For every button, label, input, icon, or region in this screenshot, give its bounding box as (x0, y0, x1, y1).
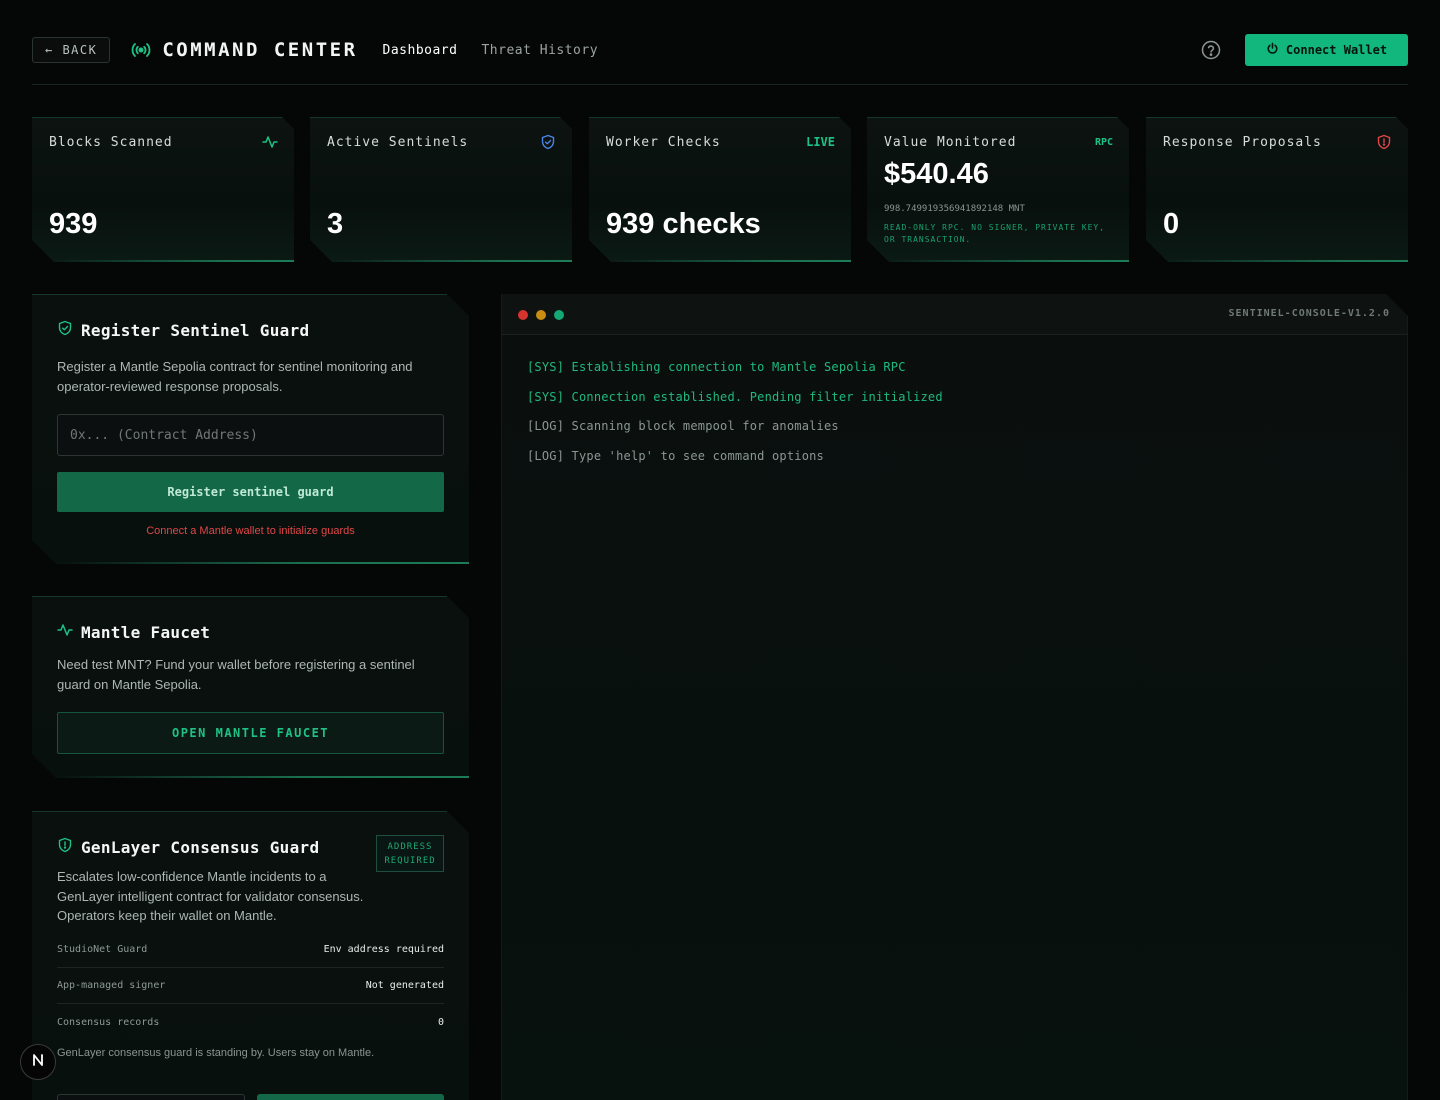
back-button[interactable]: ← BACK (32, 37, 111, 63)
panel-description: Need test MNT? Fund your wallet before r… (57, 657, 415, 692)
power-icon (1266, 42, 1279, 58)
stat-label: Response Proposals (1163, 135, 1322, 150)
app-title: COMMAND CENTER (162, 39, 358, 61)
panel-description: Escalates low-confidence Mantle incident… (57, 869, 364, 923)
info-key: App-managed signer (57, 980, 166, 991)
stat-label: Active Sentinels (327, 135, 469, 150)
info-value: Env address required (323, 944, 444, 955)
stat-label: Value Monitored (884, 135, 1017, 150)
mnt-balance: 998.749919356941892148 MNT (884, 204, 1025, 214)
maximize-dot-icon (554, 310, 564, 320)
badge-line: ADDRESS (387, 841, 433, 852)
activity-icon (57, 622, 73, 642)
register-guard-button[interactable]: Register sentinel guard (57, 472, 444, 512)
open-faucet-button[interactable]: OPEN MANTLE FAUCET (57, 712, 444, 754)
stat-label: Blocks Scanned (49, 135, 173, 150)
stat-value: 939 checks (606, 208, 761, 240)
info-value: 0 (437, 1016, 444, 1028)
console-title-bar: SENTINEL-CONSOLE-V1.2.0 (502, 294, 1407, 335)
console-name: SENTINEL-CONSOLE-V1.2.0 (1228, 308, 1390, 319)
faucet-panel: Mantle Faucet Need test MNT? Fund your w… (32, 596, 469, 778)
connect-wallet-label: Connect Wallet (1285, 43, 1388, 57)
stat-card-value-monitored: Value Monitored RPC $540.46 998.74991935… (867, 117, 1129, 262)
wallet-warning: Connect a Mantle wallet to initialize gu… (146, 525, 355, 537)
connect-wallet-button[interactable]: Connect Wallet (1245, 34, 1408, 66)
info-row: App-managed signer Not generated (57, 968, 444, 1004)
console-line: [SYS] Establishing connection to Mantle … (527, 360, 906, 374)
info-key: Consensus records (57, 1016, 160, 1028)
console-line: [LOG] Type 'help' to see command options (527, 449, 824, 463)
panel-title: Register Sentinel Guard (81, 320, 310, 340)
sentinel-console: SENTINEL-CONSOLE-V1.2.0 [SYS] Establishi… (501, 294, 1408, 1100)
n-logo-button[interactable] (20, 1044, 56, 1080)
stat-value: $540.46 (884, 158, 989, 190)
stat-card-worker-checks: Worker Checks LIVE 939 checks (589, 117, 851, 262)
contract-address-placeholder: 0x... (Contract Address) (70, 427, 258, 443)
stat-value: 3 (327, 208, 344, 240)
rpc-note: READ-ONLY RPC. NO SIGNER, PRIVATE KEY, O… (884, 223, 1106, 244)
console-line: [LOG] Scanning block mempool for anomali… (527, 419, 839, 433)
main-nav: Dashboard Threat History (383, 43, 599, 58)
info-key: StudioNet Guard (57, 944, 148, 955)
stat-value: 0 (1163, 208, 1180, 240)
rpc-badge: RPC (1094, 137, 1113, 148)
live-badge: LIVE (806, 135, 835, 149)
open-faucet-label: OPEN MANTLE FAUCET (171, 726, 330, 740)
panel-description: Register a Mantle Sepolia contract for s… (57, 359, 413, 394)
shield-check-icon (540, 134, 556, 154)
stat-card-response-proposals: Response Proposals 0 (1146, 117, 1408, 262)
address-required-badge: ADDRESS REQUIRED (376, 835, 444, 872)
panel-header: Mantle Faucet (57, 622, 210, 642)
top-bar: ← BACK COMMAND CENTER Dashboard Threat H… (32, 34, 1408, 66)
contract-address-input[interactable]: 0x... (Contract Address) (57, 414, 444, 456)
info-row: Consensus records 0 (57, 1004, 444, 1040)
alert-shield-icon (57, 837, 73, 857)
info-value: Not generated (365, 980, 444, 991)
help-icon[interactable] (1200, 39, 1222, 61)
panel-title: Mantle Faucet (81, 622, 211, 642)
activity-icon (262, 134, 278, 154)
stat-card-blocks: Blocks Scanned 939 (32, 117, 294, 262)
console-line: [SYS] Connection established. Pending fi… (527, 390, 943, 404)
panel-header: GenLayer Consensus Guard (57, 837, 319, 857)
panel-title: GenLayer Consensus Guard (81, 837, 320, 857)
stat-label: Worker Checks (606, 135, 721, 150)
secondary-action-button[interactable] (57, 1094, 245, 1100)
shield-check-icon (57, 320, 73, 340)
stat-card-sentinels: Active Sentinels 3 (310, 117, 572, 262)
register-guard-panel: Register Sentinel Guard Register a Mantl… (32, 294, 469, 564)
primary-action-button[interactable] (257, 1094, 444, 1100)
stat-value: 939 (49, 208, 98, 240)
genlayer-panel: GenLayer Consensus Guard ADDRESS REQUIRE… (32, 811, 469, 1100)
broadcast-icon (130, 39, 152, 61)
minimize-dot-icon (536, 310, 546, 320)
header-divider (32, 84, 1408, 85)
alert-shield-icon (1376, 134, 1392, 154)
nav-threat-history[interactable]: Threat History (481, 43, 598, 58)
close-dot-icon (518, 310, 528, 320)
n-logo-icon (30, 1052, 46, 1072)
badge-line: REQUIRED (384, 855, 436, 866)
register-guard-label: Register sentinel guard (167, 485, 334, 499)
back-label: ← BACK (45, 43, 98, 57)
nav-dashboard[interactable]: Dashboard (383, 43, 458, 58)
panel-header: Register Sentinel Guard (57, 320, 309, 340)
info-row: StudioNet Guard Env address required (57, 932, 444, 968)
standby-message: GenLayer consensus guard is standing by.… (57, 1047, 375, 1059)
